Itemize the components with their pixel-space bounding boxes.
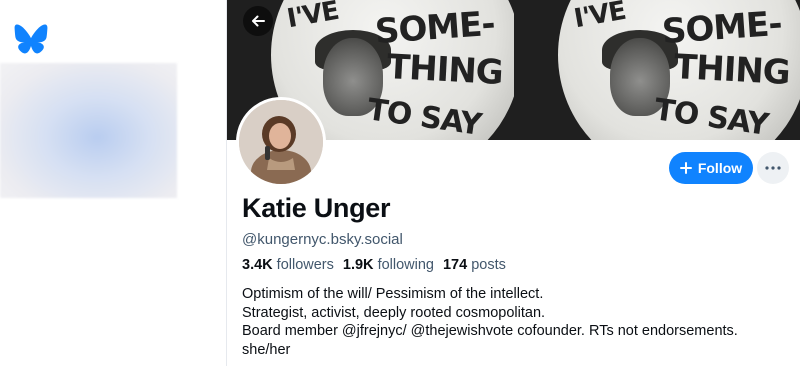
following-label: following bbox=[377, 257, 434, 273]
following-count: 1.9K bbox=[342, 257, 374, 273]
profile-handle: @kungernyc.bsky.social bbox=[242, 231, 403, 248]
following-stat[interactable]: 1.9K following bbox=[343, 257, 434, 273]
more-options-button[interactable] bbox=[757, 152, 789, 184]
bio-line: Strategist, activist, deeply rooted cosm… bbox=[242, 304, 546, 321]
followers-count: 3.4K bbox=[242, 257, 273, 273]
follow-label: Follow bbox=[697, 160, 743, 176]
posts-label: posts bbox=[471, 257, 506, 273]
posts-count: 174 bbox=[442, 257, 468, 273]
blurred-card bbox=[0, 63, 177, 198]
follow-button[interactable]: Follow bbox=[669, 152, 753, 184]
butterfly-icon[interactable] bbox=[14, 24, 48, 54]
profile-main: I'VE SOME- THING TO SAY I'VE SOME- THING… bbox=[227, 0, 800, 366]
banner-image-right: I'VE SOME- THING TO SAY bbox=[513, 0, 800, 140]
bio-line: Board member @jfrejnyc/ @thejewishvote c… bbox=[242, 323, 738, 339]
profile-stats: 3.4K followers 1.9K following 174 posts bbox=[242, 257, 506, 273]
banner-text-line: SOME- bbox=[660, 3, 783, 53]
followers-stat[interactable]: 3.4K followers bbox=[242, 257, 334, 273]
plus-icon bbox=[679, 162, 692, 174]
avatar[interactable] bbox=[236, 97, 326, 187]
bio-line: she/her bbox=[242, 341, 291, 358]
banner-text-line: SOME- bbox=[373, 3, 496, 53]
left-rail bbox=[0, 0, 226, 366]
display-name: Katie Unger bbox=[242, 193, 391, 223]
ellipsis-icon bbox=[765, 166, 781, 170]
back-button[interactable] bbox=[243, 6, 273, 36]
bio-line: Optimism of the will/ Pessimism of the i… bbox=[242, 286, 544, 302]
profile-bio: Optimism of the will/ Pessimism of the i… bbox=[242, 285, 738, 359]
posts-stat: 174 posts bbox=[443, 257, 506, 273]
banner-text-line: THING bbox=[386, 47, 504, 93]
arrow-left-icon bbox=[252, 15, 265, 27]
followers-label: followers bbox=[276, 257, 334, 273]
banner-text-line: THING bbox=[672, 47, 791, 93]
